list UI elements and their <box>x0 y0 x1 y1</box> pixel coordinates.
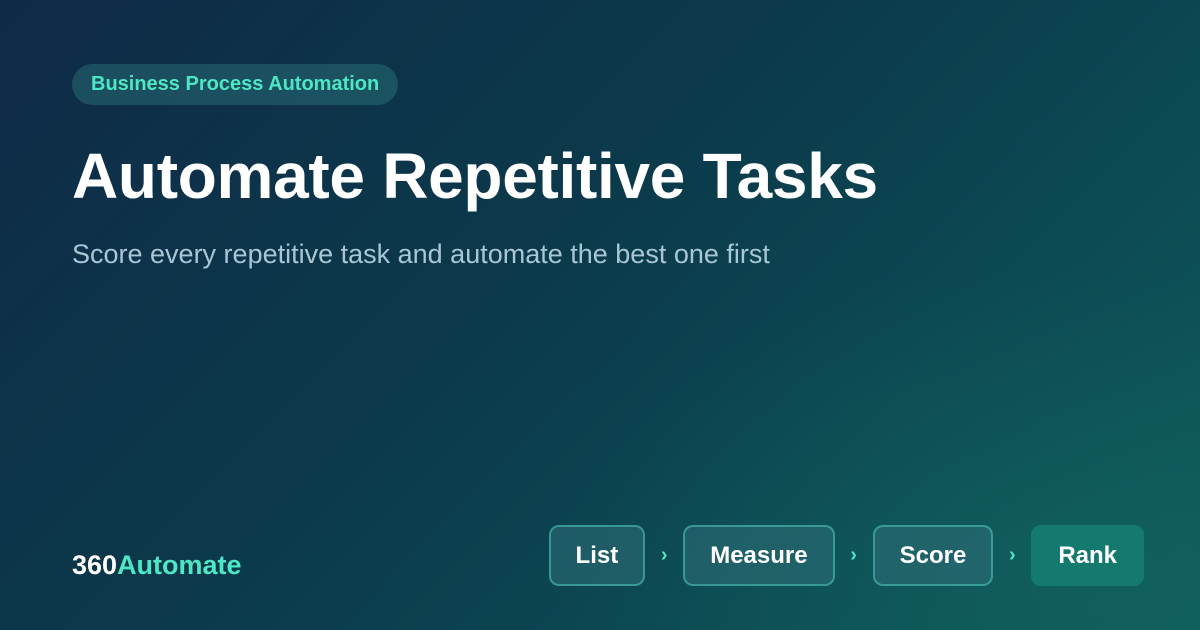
step-rank: Rank <box>1031 525 1144 586</box>
social-card: Business Process Automation Automate Rep… <box>0 0 1200 630</box>
chevron-right-icon: › <box>850 544 857 566</box>
chevron-right-icon: › <box>660 544 668 566</box>
page-title: Automate Repetitive Tasks <box>72 140 878 212</box>
brand-logo: 360Automate <box>72 548 242 582</box>
step-measure: Measure <box>683 525 835 586</box>
process-steps: List › Measure › Score › Rank <box>548 525 1144 586</box>
brand-logo-word: Automate <box>117 550 242 580</box>
step-score: Score <box>872 525 994 586</box>
brand-logo-number: 360 <box>72 550 118 580</box>
chevron-right-icon: › <box>1008 544 1016 566</box>
category-badge: Business Process Automation <box>72 64 399 105</box>
step-list: List <box>548 525 646 586</box>
page-subtitle: Score every repetitive task and automate… <box>72 239 770 269</box>
